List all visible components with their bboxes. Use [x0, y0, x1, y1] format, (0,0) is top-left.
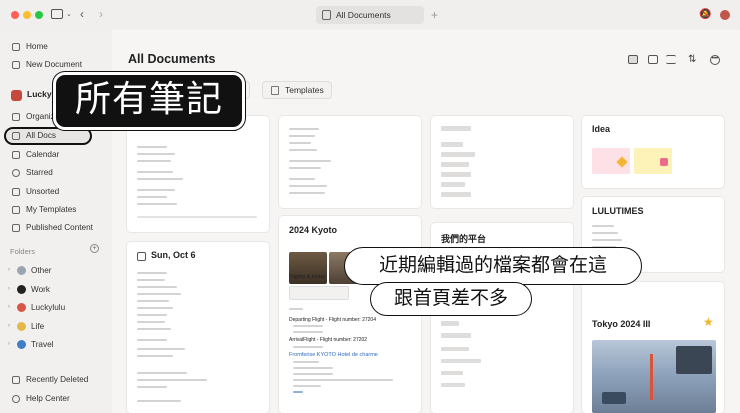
sidebar-item-my-templates[interactable]: My Templates	[12, 203, 76, 217]
tab-label: All Documents	[336, 10, 391, 20]
sidebar-item-label: Recently Deleted	[26, 375, 89, 384]
sidebar-item-label: Home	[26, 42, 48, 51]
star-icon[interactable]: ★	[703, 315, 714, 329]
document-icon	[322, 10, 331, 20]
list-view-icon[interactable]	[666, 55, 676, 64]
forward-icon[interactable]: ›	[99, 8, 103, 20]
home-icon	[12, 43, 20, 51]
chevron-right-icon[interactable]: ›	[8, 267, 10, 273]
sidebar-toggle-icon[interactable]	[51, 9, 63, 19]
templates-icon	[12, 206, 20, 214]
notifications-off-icon[interactable]: 🔕	[699, 9, 711, 21]
cover-image	[592, 340, 716, 413]
folder-life[interactable]: Life	[31, 322, 44, 331]
back-icon[interactable]: ‹	[80, 8, 84, 20]
sidebar-item-organize[interactable]: Organiz	[12, 110, 55, 124]
folders-heading: Folders	[10, 247, 36, 256]
card-view-icon[interactable]	[628, 55, 638, 64]
annotation-callout-1: 近期編輯過的檔案都會在這	[344, 247, 642, 285]
help-icon	[12, 395, 20, 403]
sidebar-item-new-document[interactable]: New Document	[12, 58, 82, 72]
card-title: 2024 Kyoto	[289, 225, 338, 235]
chevron-right-icon[interactable]: ›	[8, 286, 10, 292]
chevron-down-icon[interactable]: ⌄	[66, 9, 72, 21]
page-title: All Documents	[128, 52, 216, 66]
chevron-right-icon[interactable]: ›	[8, 323, 10, 329]
hotel-link[interactable]: Fromferise KYOTO Hotel de charme	[289, 352, 378, 358]
document-card[interactable]: Idea	[582, 116, 724, 188]
sidebar-item-label: New Document	[26, 60, 82, 69]
template-icon	[271, 86, 279, 95]
calendar-icon	[137, 252, 146, 261]
calendar-icon	[12, 151, 20, 159]
sidebar-item-all-docs[interactable]: All Docs	[12, 129, 56, 143]
folder-icon	[17, 303, 26, 312]
sidebar-item-label: All Docs	[26, 131, 57, 140]
new-tab-button[interactable]: +	[431, 8, 438, 22]
document-card[interactable]: Tokyo 2024 III ★	[582, 282, 724, 413]
chevron-right-icon[interactable]: ›	[8, 341, 10, 347]
sidebar-item-label: Calendar	[26, 150, 60, 159]
more-icon[interactable]: •••	[710, 55, 720, 65]
new-document-icon	[12, 61, 20, 69]
folder-work[interactable]: Work	[31, 285, 50, 294]
decorative-sticker-icon	[660, 158, 668, 166]
folder-other[interactable]: Other	[31, 266, 51, 275]
folder-icon	[17, 322, 26, 331]
annotation-callout-2: 跟首頁差不多	[370, 282, 532, 316]
document-card[interactable]	[279, 116, 421, 208]
sidebar-item-label: Organiz	[26, 112, 55, 121]
minimize-window-button[interactable]	[23, 11, 31, 19]
filter-label: Templates	[285, 85, 324, 95]
folder-icon	[17, 340, 26, 349]
grid-view-icon[interactable]	[648, 55, 658, 64]
sidebar-item-unsorted[interactable]: Unsorted	[12, 185, 59, 199]
folder-icon	[17, 285, 26, 294]
add-folder-icon[interactable]: +	[90, 244, 99, 253]
folder-luckylulu[interactable]: Luckylulu	[31, 303, 65, 312]
organize-icon	[12, 113, 20, 121]
filter-templates[interactable]: Templates	[262, 81, 332, 99]
close-window-button[interactable]	[11, 11, 19, 19]
sidebar-item-recently-deleted[interactable]: Recently Deleted	[12, 373, 88, 387]
sidebar-item-label: Published Content	[26, 223, 93, 232]
annotation-big-label: 所有筆記	[53, 72, 245, 130]
sidebar-item-starred[interactable]: Starred	[12, 166, 53, 180]
title-bar: ⌄ ‹ › All Documents + 🔕	[0, 0, 740, 30]
zoom-window-button[interactable]	[35, 11, 43, 19]
departing-flight: Departing Flight - Flight number: 27204	[289, 317, 376, 323]
sidebar-item-label: Starred	[26, 168, 53, 177]
sidebar-item-label: Help Center	[26, 394, 70, 403]
sidebar-item-label: My Templates	[26, 205, 77, 214]
folder-icon	[17, 266, 26, 275]
tab-all-documents[interactable]: All Documents	[316, 6, 424, 24]
folder-travel[interactable]: Travel	[31, 340, 53, 349]
card-title: 我們的平台	[441, 235, 487, 245]
user-avatar[interactable]	[720, 10, 730, 20]
unsorted-icon	[12, 188, 20, 196]
publish-icon	[12, 224, 20, 232]
document-card[interactable]: Sun, Oct 6	[127, 242, 269, 413]
card-title: Idea	[592, 124, 611, 134]
chevron-right-icon[interactable]: ›	[8, 304, 10, 310]
document-card[interactable]	[431, 116, 573, 208]
sidebar-item-home[interactable]: Home	[12, 40, 48, 54]
sidebar-item-published-content[interactable]: Published Content	[12, 221, 93, 235]
star-icon	[12, 169, 20, 177]
workspace-avatar[interactable]	[11, 90, 22, 101]
all-docs-icon	[12, 132, 20, 140]
card-title: LULUTIMES	[592, 206, 644, 216]
sidebar-item-help-center[interactable]: Help Center	[12, 392, 70, 406]
trash-icon	[12, 376, 20, 384]
document-card[interactable]	[127, 116, 269, 232]
card-title: Tokyo 2024 III	[592, 319, 651, 329]
sort-icon[interactable]: ⇅	[688, 54, 696, 65]
sidebar-item-label: Unsorted	[26, 187, 60, 196]
sidebar-item-calendar[interactable]: Calendar	[12, 148, 59, 162]
arrival-flight: ArrivalFlight - Flight number: 27202	[289, 337, 368, 343]
card-title: Sun, Oct 6	[151, 250, 196, 260]
kyoto-flights-label: Flights & Hotel	[289, 274, 325, 280]
flight-card	[289, 286, 349, 300]
